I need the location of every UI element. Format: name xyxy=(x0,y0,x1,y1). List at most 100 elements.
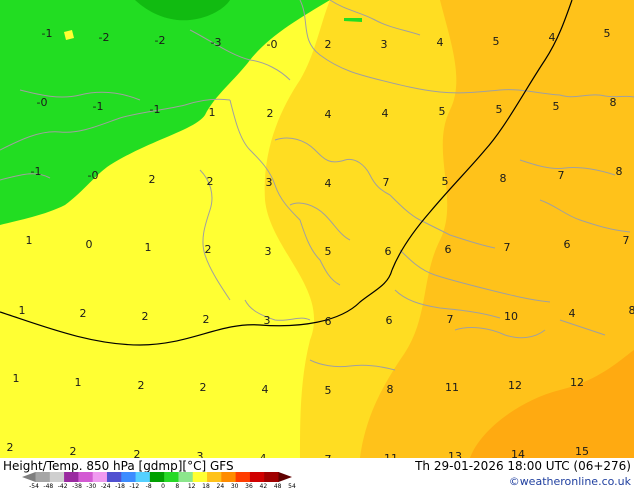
temperature-label: 2 xyxy=(267,107,274,120)
temperature-label: -1 xyxy=(150,103,161,116)
scale-swatch xyxy=(106,472,122,482)
temperature-label: 5 xyxy=(493,35,500,48)
scale-swatch xyxy=(164,472,179,482)
scale-swatch xyxy=(121,472,137,482)
color-scale-labels: -54 -48 -42 -38 -30 -24 -18 -12 -8 0 8 12 18 24 30 36 42… xyxy=(0,483,310,490)
scale-swatch xyxy=(35,472,51,482)
temperature-label: -0 xyxy=(37,96,48,109)
temperature-label: -3 xyxy=(211,36,222,49)
forecast-time: Th 29-01-2026 18:00 UTC (06+276) xyxy=(415,459,631,473)
scale-swatch xyxy=(178,472,194,482)
scale-swatch xyxy=(92,472,108,482)
scale-tick-label: -38 xyxy=(72,483,82,490)
temperature-label: 15 xyxy=(575,445,589,458)
temperature-label: 5 xyxy=(442,175,449,188)
scale-tick-label: -8 xyxy=(145,483,152,490)
temperature-label: 2 xyxy=(80,307,87,320)
temperature-label: 5 xyxy=(439,105,446,118)
scale-tick-label: 24 xyxy=(216,483,225,490)
temperature-label: 3 xyxy=(197,450,204,458)
scale-swatch xyxy=(149,472,165,482)
credit-link[interactable]: ©weatheronline.co.uk xyxy=(509,475,631,488)
temperature-label: 11 xyxy=(445,381,459,394)
temperature-label: 3 xyxy=(381,38,388,51)
scale-tick-label: 0 xyxy=(161,483,165,490)
temperature-label: 4 xyxy=(262,383,269,396)
temperature-label: 2 xyxy=(149,173,156,186)
scale-arrow-right xyxy=(278,472,292,482)
temperature-label: 2 xyxy=(325,38,332,51)
temperature-label: 8 xyxy=(500,172,507,185)
temperature-label: 1 xyxy=(209,106,216,119)
scale-swatch xyxy=(264,472,279,482)
scale-tick-label: 8 xyxy=(175,483,180,490)
temperature-label: 2 xyxy=(7,441,14,454)
scale-tick-label: -30 xyxy=(86,483,97,490)
scale-tick-label: -24 xyxy=(100,483,111,490)
temperature-label: 3 xyxy=(264,314,271,327)
temperature-label: 5 xyxy=(325,245,332,258)
temperature-label: 7 xyxy=(504,241,511,254)
temperature-label: 2 xyxy=(134,448,141,458)
scale-tick-label: -18 xyxy=(115,483,125,490)
scale-arrow-left xyxy=(22,472,36,482)
temperature-label: 2 xyxy=(200,381,207,394)
scale-tick-label: 54 xyxy=(288,483,296,490)
scale-swatch xyxy=(207,472,222,482)
temperature-label: 6 xyxy=(385,245,392,258)
temperature-label: 6 xyxy=(445,243,452,256)
temperature-label: 8 xyxy=(629,304,634,317)
scale-tick-label: -42 xyxy=(57,483,68,490)
map-title: Height/Temp. 850 hPa [gdmp][°C] GFS xyxy=(3,459,234,473)
temperature-label: 6 xyxy=(564,238,571,251)
scale-tick-label: -54 xyxy=(29,483,39,490)
scale-swatch xyxy=(64,472,79,482)
temperature-label: -1 xyxy=(31,165,42,178)
temperature-label: 2 xyxy=(142,310,149,323)
temperature-label: 13 xyxy=(448,450,462,458)
temperature-label: 4 xyxy=(382,107,389,120)
temperature-label: 2 xyxy=(205,243,212,256)
temperature-label: 1 xyxy=(26,234,33,247)
scale-tick-label: 48 xyxy=(273,483,282,490)
temperature-label: 8 xyxy=(610,96,617,109)
temperature-label: 2 xyxy=(203,313,210,326)
temperature-label: 2 xyxy=(138,379,145,392)
temperature-label: 5 xyxy=(553,100,560,113)
scale-tick-label: 12 xyxy=(187,483,196,490)
scale-swatch xyxy=(49,472,65,482)
scale-swatch xyxy=(78,472,94,482)
scale-tick-label: -48 xyxy=(43,483,54,490)
color-scale-bar xyxy=(22,472,292,482)
temperature-label: 4 xyxy=(325,177,332,190)
temperature-label: 1 xyxy=(145,241,152,254)
temperature-label: 2 xyxy=(207,175,214,188)
scale-swatch xyxy=(249,472,265,482)
temperature-label: 4 xyxy=(437,36,444,49)
scale-tick-label: 42 xyxy=(259,483,268,490)
scale-swatch xyxy=(221,472,237,482)
temperature-label: 3 xyxy=(266,176,273,189)
temperature-label: -2 xyxy=(99,31,110,44)
temperature-label: 7 xyxy=(623,234,630,247)
temperature-label: 8 xyxy=(387,383,394,396)
temperature-label: 1 xyxy=(13,372,20,385)
temperature-label: 6 xyxy=(386,314,393,327)
temperature-label: 14 xyxy=(511,448,525,458)
temperature-label: -0 xyxy=(88,169,99,182)
temperature-label: 8 xyxy=(616,165,623,178)
temperature-label: 5 xyxy=(325,384,332,397)
scale-tick-label: -12 xyxy=(129,483,140,490)
temperature-label: 1 xyxy=(75,376,82,389)
temperature-label: -2 xyxy=(155,34,166,47)
scale-tick-label: 36 xyxy=(245,483,253,490)
temperature-label: 7 xyxy=(558,169,565,182)
scale-tick-label: 18 xyxy=(202,483,210,490)
temperature-map: -1 -2 -2 -3 -0 2 3 4 5 4 5 -0 -1 -1 1 2 4 4 5 5 5 8 -1 -0 2 2 3 4 7 5… xyxy=(0,0,634,458)
temperature-label: 0 xyxy=(86,238,93,251)
temperature-label: 4 xyxy=(569,307,576,320)
temperature-label: 6 xyxy=(325,315,332,328)
temperature-label: -1 xyxy=(42,27,53,40)
temperature-label: -0 xyxy=(267,38,278,51)
scale-swatch xyxy=(192,472,208,482)
